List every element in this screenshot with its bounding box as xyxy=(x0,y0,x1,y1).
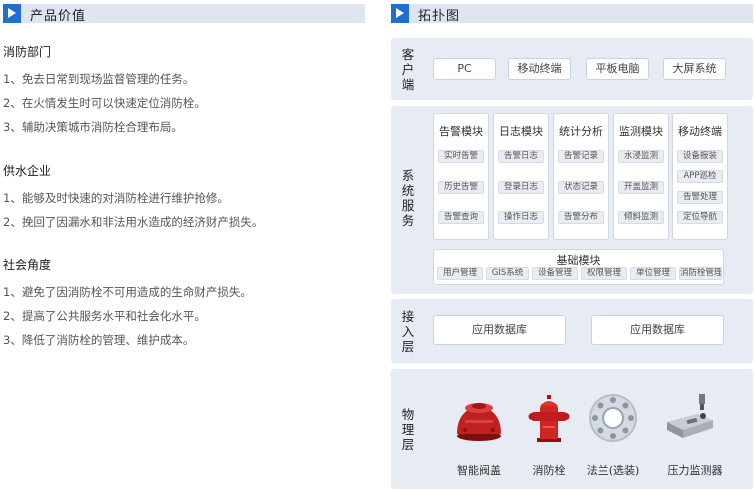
pressure-monitor-image xyxy=(667,394,713,438)
topology-header: 拓扑图 xyxy=(391,4,753,24)
client-mobile: 移动终端 xyxy=(508,58,571,80)
module-title: 告警模块 xyxy=(439,125,483,138)
module-title: 监测模块 xyxy=(619,125,663,138)
module-tag: 历史告警 xyxy=(438,181,484,194)
module-tag: 状态记录 xyxy=(558,181,604,194)
module-tag: 用户管理 xyxy=(437,267,483,280)
module-tag: APP巡检 xyxy=(677,170,723,183)
module-tag: 告警记录 xyxy=(558,150,604,163)
module-tag: 设备报装 xyxy=(677,150,723,163)
list-item: 1、能够及时快速的对消防栓进行维护抢修。 xyxy=(3,191,229,205)
list-item: 1、免去日常到现场监督管理的任务。 xyxy=(3,72,195,86)
product-value-header: 产品价值 xyxy=(3,4,365,24)
list-item: 2、挽回了因漏水和非法用水造成的经济财产损失。 xyxy=(3,215,264,229)
module-tag: 权限管理 xyxy=(581,267,627,280)
module-log: 日志模块 告警日志 登录日志 操作日志 xyxy=(493,113,549,240)
module-tag: 实时告警 xyxy=(438,150,484,163)
group-title: 供水企业 xyxy=(3,164,52,178)
client-bigscreen: 大屏系统 xyxy=(663,58,726,80)
module-tag: 定位导航 xyxy=(677,211,723,224)
topology-title: 拓扑图 xyxy=(418,9,461,24)
list-item: 3、降低了消防栓的管理、维护成本。 xyxy=(3,333,195,347)
layer-label: 物理层 xyxy=(401,407,415,452)
arrow-icon xyxy=(3,4,21,23)
module-tag: 消防栓管理 xyxy=(679,267,722,280)
client-tablet: 平板电脑 xyxy=(586,58,649,80)
client-pc: PC xyxy=(433,58,496,80)
module-mobile: 移动终端 设备报装 APP巡检 告警处理 定位导航 xyxy=(672,113,728,240)
layer-label: 接入层 xyxy=(401,309,415,354)
product-value-title: 产品价值 xyxy=(30,9,87,24)
list-item: 3、辅助决策城市消防栓合理布局。 xyxy=(3,120,183,134)
layer-label: 系统服务 xyxy=(401,168,415,228)
module-tag: 设备管理 xyxy=(532,267,578,280)
module-tag: 水浸监测 xyxy=(618,150,664,163)
module-tag: 告警处理 xyxy=(677,191,723,204)
device-label: 法兰(选装) xyxy=(586,464,640,477)
group-title: 消防部门 xyxy=(3,45,52,59)
list-item: 2、提高了公共服务水平和社会化水平。 xyxy=(3,309,206,323)
value-group-fire-dept: 消防部门 1、免去日常到现场监督管理的任务。 2、在火情发生时可以快速定位消防栓… xyxy=(3,43,206,139)
module-tag: GIS系统 xyxy=(486,267,529,280)
app-database: 应用数据库 xyxy=(591,315,724,345)
module-title: 日志模块 xyxy=(499,125,543,138)
smart-valve-cover-image xyxy=(457,403,501,441)
module-title: 统计分析 xyxy=(559,125,603,138)
fire-hydrant-image xyxy=(528,395,570,442)
module-tag: 告警日志 xyxy=(498,150,544,163)
device-label: 智能阀盖 xyxy=(457,464,501,477)
module-tag: 开盖监测 xyxy=(618,181,664,194)
arrow-icon xyxy=(391,4,409,23)
module-title: 基础模块 xyxy=(556,254,601,267)
module-tag: 告警分布 xyxy=(558,211,604,224)
module-statistics: 统计分析 告警记录 状态记录 告警分布 xyxy=(553,113,609,240)
group-title: 社会角度 xyxy=(3,258,52,272)
device-label: 消防栓 xyxy=(532,464,566,477)
flange-image xyxy=(589,394,637,442)
module-tag: 单位管理 xyxy=(630,267,676,280)
module-base: 基础模块 用户管理 GIS系统 设备管理 权限管理 单位管理 消防栓管理 xyxy=(433,249,724,285)
layer-label: 客户端 xyxy=(401,47,415,92)
module-tag: 倾斜监测 xyxy=(618,211,664,224)
module-alarm: 告警模块 实时告警 历史告警 告警查询 xyxy=(433,113,489,240)
module-monitoring: 监测模块 水浸监测 开盖监测 倾斜监测 xyxy=(613,113,669,240)
value-group-water-company: 供水企业 1、能够及时快速的对消防栓进行维护抢修。 2、挽回了因漏水和非法用水造… xyxy=(3,162,263,234)
module-title: 移动终端 xyxy=(678,125,722,138)
list-item: 1、避免了因消防栓不可用造成的生命财产损失。 xyxy=(3,285,252,299)
app-database: 应用数据库 xyxy=(433,315,566,345)
module-tag: 告警查询 xyxy=(438,211,484,224)
value-group-society: 社会角度 1、避免了因消防栓不可用造成的生命财产损失。 2、提高了公共服务水平和… xyxy=(3,256,252,352)
module-tag: 操作日志 xyxy=(498,211,544,224)
list-item: 2、在火情发生时可以快速定位消防栓。 xyxy=(3,96,206,110)
device-label: 压力监测器 xyxy=(667,464,723,477)
module-tag: 登录日志 xyxy=(498,181,544,194)
